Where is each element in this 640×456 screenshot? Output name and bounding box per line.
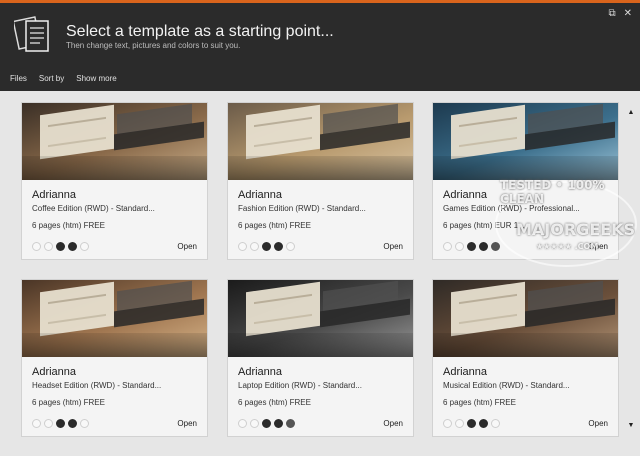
- template-thumbnail[interactable]: [228, 280, 413, 357]
- template-card[interactable]: Adrianna Headset Edition (RWD) - Standar…: [21, 279, 208, 437]
- template-edition: Coffee Edition (RWD) - Standard...: [32, 204, 155, 213]
- open-button[interactable]: Open: [383, 419, 403, 428]
- template-name: Adrianna: [443, 366, 488, 378]
- color-variant-dot[interactable]: [443, 419, 452, 428]
- toolbar: Files Sort by Show more: [10, 74, 117, 83]
- template-pages: 6 pages (htm) FREE: [32, 221, 105, 230]
- close-icon[interactable]: ✕: [624, 8, 632, 19]
- color-variant-dot[interactable]: [443, 242, 452, 251]
- color-variant-dot[interactable]: [80, 242, 89, 251]
- color-variant-dot[interactable]: [274, 419, 283, 428]
- color-variant-dot[interactable]: [32, 242, 41, 251]
- template-edition: Laptop Edition (RWD) - Standard...: [238, 381, 362, 390]
- color-variant-dot[interactable]: [455, 419, 464, 428]
- color-variant-dots: [443, 419, 500, 428]
- template-pages: 6 pages (htm) FREE: [443, 398, 516, 407]
- template-thumbnail[interactable]: [433, 280, 618, 357]
- template-name: Adrianna: [238, 189, 283, 201]
- color-variant-dot[interactable]: [238, 242, 247, 251]
- template-edition: Musical Edition (RWD) - Standard...: [443, 381, 570, 390]
- open-button[interactable]: Open: [177, 419, 197, 428]
- page-title: Select a template as a starting point...: [66, 23, 334, 40]
- color-variant-dots: [238, 419, 295, 428]
- color-variant-dot[interactable]: [68, 419, 77, 428]
- open-button[interactable]: Open: [588, 419, 608, 428]
- restore-icon[interactable]: ⧉: [608, 8, 615, 19]
- scroll-down-icon[interactable]: ▼: [626, 422, 636, 432]
- template-pages: 6 pages (htm) FREE: [238, 221, 311, 230]
- color-variant-dot[interactable]: [44, 242, 53, 251]
- color-variant-dots: [443, 242, 500, 251]
- template-thumbnail[interactable]: [22, 103, 207, 180]
- color-variant-dot[interactable]: [491, 242, 500, 251]
- color-variant-dot[interactable]: [479, 419, 488, 428]
- template-card[interactable]: Adrianna Fashion Edition (RWD) - Standar…: [227, 102, 414, 260]
- color-variant-dot[interactable]: [455, 242, 464, 251]
- template-edition: Fashion Edition (RWD) - Standard...: [238, 204, 366, 213]
- color-variant-dot[interactable]: [80, 419, 89, 428]
- template-name: Adrianna: [238, 366, 283, 378]
- color-variant-dots: [238, 242, 295, 251]
- template-name: Adrianna: [32, 189, 77, 201]
- color-variant-dot[interactable]: [467, 419, 476, 428]
- color-variant-dot[interactable]: [44, 419, 53, 428]
- color-variant-dot[interactable]: [262, 419, 271, 428]
- template-name: Adrianna: [443, 189, 488, 201]
- color-variant-dots: [32, 419, 89, 428]
- color-variant-dot[interactable]: [56, 419, 65, 428]
- files-menu[interactable]: Files: [10, 74, 27, 83]
- scroll-up-icon[interactable]: ▲: [626, 109, 636, 119]
- template-edition: Games Edition (RWD) - Professional...: [443, 204, 580, 213]
- color-variant-dot[interactable]: [286, 419, 295, 428]
- color-variant-dot[interactable]: [479, 242, 488, 251]
- color-variant-dot[interactable]: [286, 242, 295, 251]
- color-variant-dot[interactable]: [467, 242, 476, 251]
- template-card[interactable]: Adrianna Laptop Edition (RWD) - Standard…: [227, 279, 414, 437]
- page-subtitle: Then change text, pictures and colors to…: [66, 41, 241, 50]
- color-variant-dot[interactable]: [274, 242, 283, 251]
- color-variant-dots: [32, 242, 89, 251]
- open-button[interactable]: Open: [588, 242, 608, 251]
- color-variant-dot[interactable]: [250, 242, 259, 251]
- template-thumbnail[interactable]: [22, 280, 207, 357]
- template-card[interactable]: Adrianna Coffee Edition (RWD) - Standard…: [21, 102, 208, 260]
- template-card[interactable]: Adrianna Musical Edition (RWD) - Standar…: [432, 279, 619, 437]
- sort-by-menu[interactable]: Sort by: [39, 74, 64, 83]
- open-button[interactable]: Open: [383, 242, 403, 251]
- color-variant-dot[interactable]: [32, 419, 41, 428]
- color-variant-dot[interactable]: [56, 242, 65, 251]
- template-thumbnail[interactable]: [228, 103, 413, 180]
- template-pages: 6 pages (htm) FREE: [238, 398, 311, 407]
- color-variant-dot[interactable]: [262, 242, 271, 251]
- template-edition: Headset Edition (RWD) - Standard...: [32, 381, 162, 390]
- template-pages: 6 pages (htm) EUR 1...: [443, 221, 525, 230]
- header: Select a template as a starting point...…: [0, 3, 640, 91]
- color-variant-dot[interactable]: [491, 419, 500, 428]
- template-pages: 6 pages (htm) FREE: [32, 398, 105, 407]
- template-card[interactable]: Adrianna Games Edition (RWD) - Professio…: [432, 102, 619, 260]
- template-name: Adrianna: [32, 366, 77, 378]
- template-thumbnail[interactable]: [433, 103, 618, 180]
- open-button[interactable]: Open: [177, 242, 197, 251]
- color-variant-dot[interactable]: [238, 419, 247, 428]
- show-more-menu[interactable]: Show more: [76, 74, 116, 83]
- documents-icon: [14, 16, 49, 52]
- color-variant-dot[interactable]: [68, 242, 77, 251]
- template-gallery: Adrianna Coffee Edition (RWD) - Standard…: [0, 91, 622, 456]
- scrollbar[interactable]: ▲ ▼: [622, 91, 640, 456]
- color-variant-dot[interactable]: [250, 419, 259, 428]
